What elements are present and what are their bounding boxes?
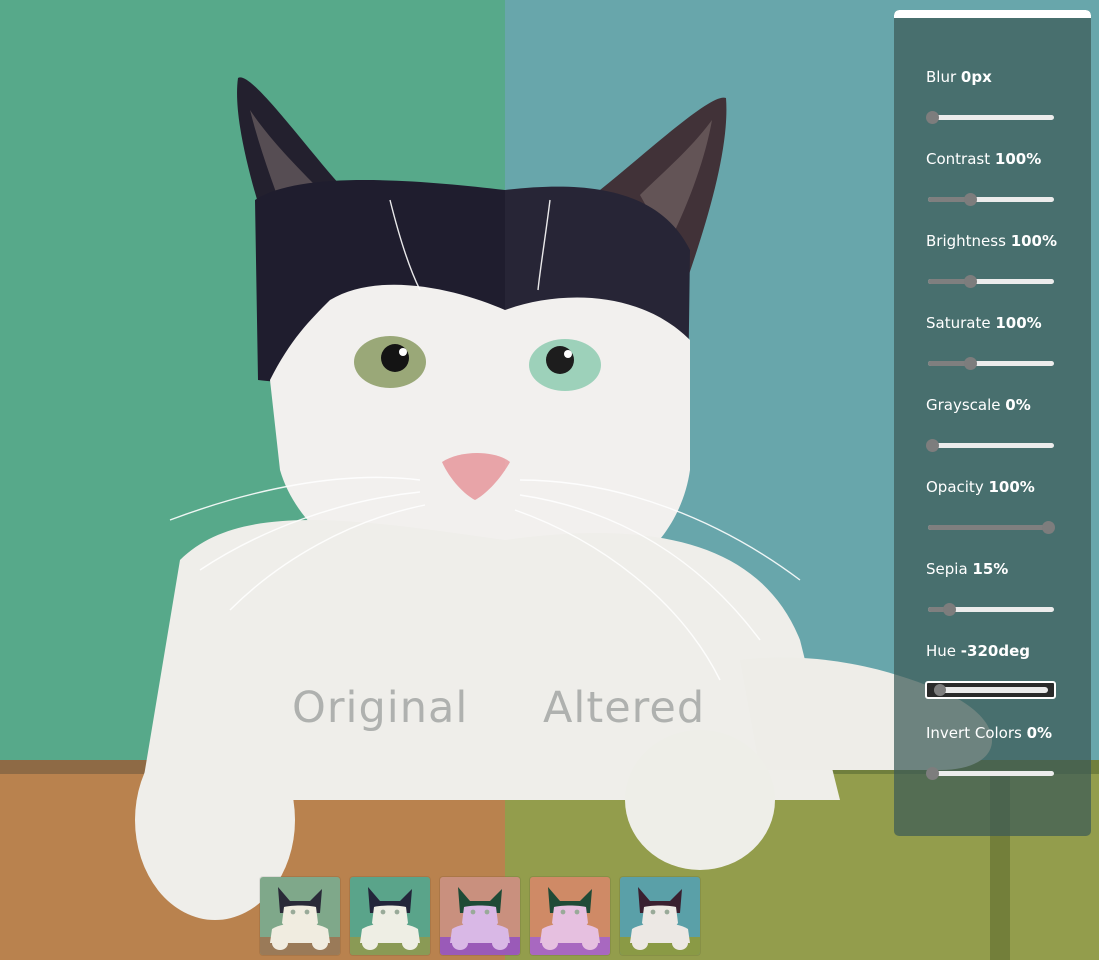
blur-slider[interactable] bbox=[926, 107, 1054, 127]
contrast-slider-thumb[interactable] bbox=[964, 193, 978, 206]
saturate-slider-thumb[interactable] bbox=[964, 357, 978, 370]
sepia-slider-thumb[interactable] bbox=[943, 603, 957, 616]
brightness-slider-thumb[interactable] bbox=[964, 275, 978, 288]
preset-thumbnail-1[interactable] bbox=[260, 877, 340, 955]
preset-thumbnails bbox=[260, 877, 700, 955]
preset-thumbnail-2[interactable] bbox=[350, 877, 430, 955]
preset-thumbnail-4[interactable] bbox=[530, 877, 610, 955]
sepia-label: Sepia 15% bbox=[926, 560, 1009, 578]
grayscale-value: 0% bbox=[1005, 396, 1031, 414]
blur-label: Blur 0px bbox=[926, 68, 992, 86]
opacity-label: Opacity 100% bbox=[926, 478, 1035, 496]
invert-slider-thumb[interactable] bbox=[926, 767, 939, 780]
control-sepia: Sepia 15% bbox=[926, 560, 1061, 619]
preset-thumbnail-3[interactable] bbox=[440, 877, 520, 955]
saturate-label: Saturate 100% bbox=[926, 314, 1042, 332]
control-invert: Invert Colors 0% bbox=[926, 724, 1061, 783]
blur-slider-thumb[interactable] bbox=[926, 111, 939, 124]
hue-value: -320deg bbox=[960, 642, 1030, 660]
contrast-slider[interactable] bbox=[926, 189, 1054, 209]
brightness-value: 100% bbox=[1010, 232, 1058, 250]
opacity-slider[interactable] bbox=[926, 517, 1055, 537]
sepia-value: 15% bbox=[972, 560, 1009, 578]
brightness-label: Brightness 100% bbox=[926, 232, 1058, 250]
grayscale-label: Grayscale 0% bbox=[926, 396, 1031, 414]
grayscale-slider-thumb[interactable] bbox=[926, 439, 939, 452]
opacity-slider-thumb[interactable] bbox=[1042, 521, 1055, 534]
control-saturate: Saturate 100% bbox=[926, 314, 1061, 373]
invert-value: 0% bbox=[1026, 724, 1053, 742]
altered-label: Altered bbox=[543, 683, 706, 733]
invert-label: Invert Colors 0% bbox=[926, 724, 1053, 742]
control-brightness: Brightness 100% bbox=[926, 232, 1061, 291]
saturate-slider[interactable] bbox=[926, 353, 1054, 373]
hue-slider-thumb[interactable] bbox=[933, 684, 946, 696]
sepia-slider[interactable] bbox=[926, 599, 1054, 619]
contrast-label: Contrast 100% bbox=[926, 150, 1042, 168]
preset-thumbnail-5[interactable] bbox=[620, 877, 700, 955]
control-contrast: Contrast 100% bbox=[926, 150, 1061, 209]
panel-top-bar bbox=[894, 10, 1091, 18]
hue-slider[interactable] bbox=[925, 681, 1056, 701]
control-grayscale: Grayscale 0% bbox=[926, 396, 1061, 455]
invert-slider[interactable] bbox=[926, 763, 1054, 783]
blur-value: 0px bbox=[960, 68, 992, 86]
brightness-slider[interactable] bbox=[926, 271, 1054, 291]
saturate-value: 100% bbox=[995, 314, 1042, 332]
grayscale-slider[interactable] bbox=[926, 435, 1054, 455]
control-blur: Blur 0px bbox=[926, 68, 1061, 127]
opacity-value: 100% bbox=[988, 478, 1035, 496]
control-hue: Hue -320deg bbox=[925, 642, 1061, 701]
contrast-value: 100% bbox=[994, 150, 1042, 168]
filter-panel: Blur 0px Contrast 100% Brightness 100% S… bbox=[894, 10, 1091, 836]
control-opacity: Opacity 100% bbox=[926, 478, 1061, 537]
original-label: Original bbox=[292, 683, 469, 733]
hue-label: Hue -320deg bbox=[926, 642, 1030, 660]
